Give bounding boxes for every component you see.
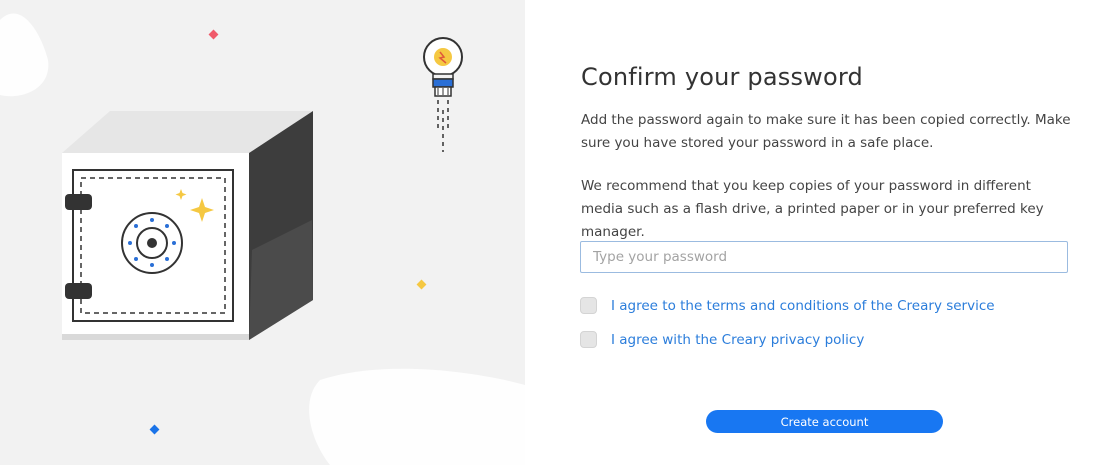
safe-illustration — [0, 13, 525, 465]
brush-stroke-top-left — [0, 13, 49, 97]
brush-stroke-bottom-right — [309, 368, 525, 465]
create-account-button[interactable]: Create account — [706, 410, 943, 433]
terms-checkbox[interactable] — [580, 297, 597, 314]
page-title: Confirm your password — [581, 63, 863, 91]
instruction-paragraph-1: Add the password again to make sure it h… — [581, 112, 1071, 151]
illustration-panel — [0, 0, 525, 465]
blue-diamond — [149, 424, 160, 435]
form-panel: Confirm your password Add the password a… — [525, 0, 1106, 465]
privacy-agreement-label[interactable]: I agree with the Creary privacy policy — [611, 332, 864, 348]
red-diamond — [208, 29, 219, 40]
terms-agreement-row[interactable]: I agree to the terms and conditions of t… — [580, 297, 995, 314]
safe-dial-icon — [121, 212, 183, 274]
lightbulb-icon — [423, 37, 463, 152]
privacy-agreement-row[interactable]: I agree with the Creary privacy policy — [580, 331, 864, 348]
instruction-paragraph-2: We recommend that you keep copies of you… — [581, 178, 1044, 240]
yellow-diamond — [416, 279, 427, 290]
privacy-checkbox[interactable] — [580, 331, 597, 348]
terms-agreement-label[interactable]: I agree to the terms and conditions of t… — [611, 298, 995, 314]
password-input[interactable] — [580, 241, 1068, 273]
safe — [62, 111, 313, 340]
